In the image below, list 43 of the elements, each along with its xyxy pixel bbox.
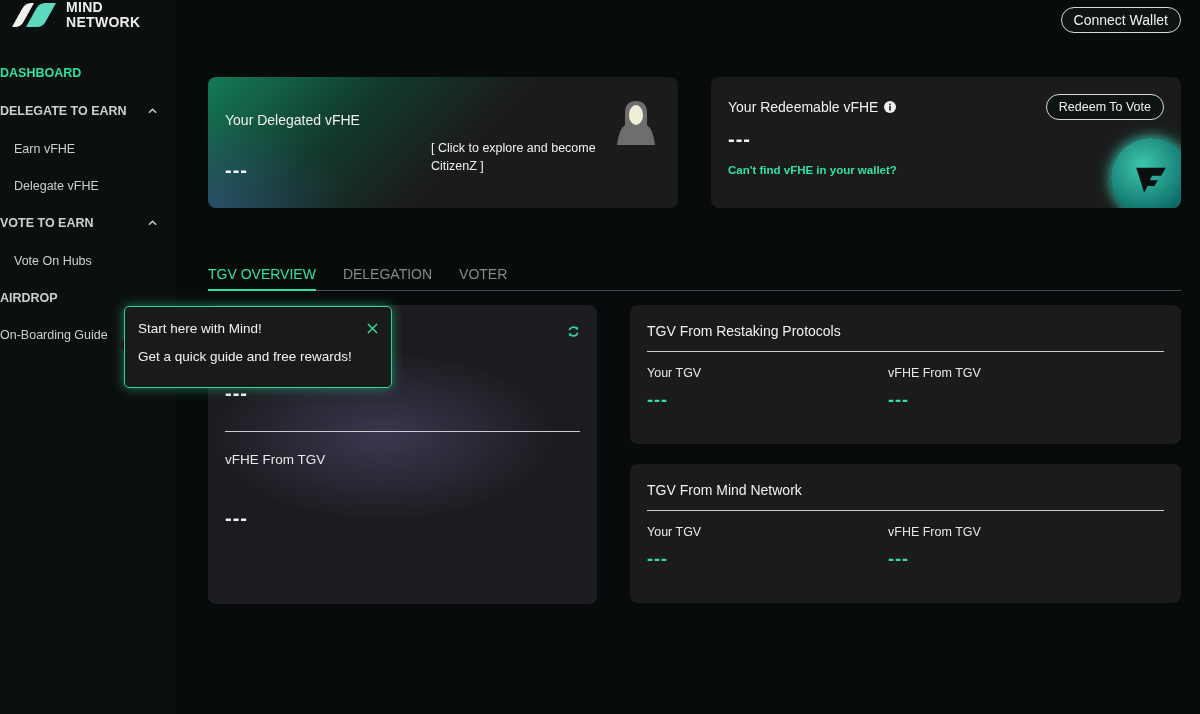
- explore-link[interactable]: [ Click to explore and become CitizenZ ]: [431, 139, 631, 175]
- logo-text: NETWORK: [66, 15, 141, 30]
- stat-label: vFHE From TGV: [888, 366, 982, 380]
- card-title: Your Delegated vFHE: [225, 112, 361, 128]
- card-title: Your Redeemable vFHE: [728, 99, 879, 115]
- stat-label: Your TGV: [647, 366, 703, 380]
- sidebar-item[interactable]: Delegate vFHE: [0, 167, 175, 204]
- tooltip-text: Get a quick guide and free rewards!: [138, 349, 353, 364]
- tab[interactable]: TGV OVERVIEW: [208, 258, 316, 291]
- sidebar-item[interactable]: Vote On Hubs: [0, 242, 175, 279]
- close-icon[interactable]: [367, 323, 378, 334]
- value-text: ---: [728, 128, 751, 151]
- tab[interactable]: VOTER: [459, 258, 508, 291]
- logo-icon: [12, 3, 56, 27]
- value-text: ---: [225, 159, 248, 182]
- value-text: ---: [647, 549, 668, 570]
- help-link[interactable]: Can't find vFHE in your wallet?: [728, 164, 897, 176]
- value-text: ---: [225, 507, 248, 530]
- redeem-to-vote-button[interactable]: Redeem To Vote: [1045, 94, 1164, 120]
- connect-wallet-button[interactable]: Connect Wallet: [1060, 7, 1181, 33]
- sidebar-item[interactable]: AIRDROP: [0, 279, 175, 317]
- panel-title: TGV From Restaking Protocols: [647, 305, 1164, 352]
- panel-title: TGV From Mind Network: [647, 464, 1164, 511]
- delegated-card[interactable]: Your Delegated vFHE --- [ Click to explore and become CitizenZ ]: [208, 77, 678, 208]
- stat-label: vFHE From TGV: [225, 452, 326, 467]
- sidebar-item[interactable]: DELEGATE TO EARN: [0, 92, 175, 130]
- coin-icon: [1111, 138, 1181, 208]
- value-text: ---: [888, 549, 909, 570]
- sidebar-item[interactable]: Earn vFHE: [0, 130, 175, 167]
- value-text: ---: [225, 382, 248, 405]
- sidebar-item[interactable]: VOTE TO EARN: [0, 204, 175, 242]
- logo-text: MIND: [66, 0, 104, 15]
- tooltip-title: Start here with Mind!: [138, 321, 262, 336]
- chevron-icon[interactable]: [148, 220, 157, 226]
- value-text: ---: [888, 390, 909, 411]
- stat-label: vFHE From TGV: [888, 525, 982, 539]
- refresh-icon[interactable]: [567, 325, 580, 338]
- sidebar-item[interactable]: DASHBOARD: [0, 54, 175, 92]
- value-text: ---: [647, 390, 668, 411]
- chevron-icon[interactable]: [148, 108, 157, 114]
- info-icon[interactable]: [884, 101, 897, 113]
- tab[interactable]: DELEGATION: [342, 258, 433, 291]
- stat-label: Your TGV: [647, 525, 703, 539]
